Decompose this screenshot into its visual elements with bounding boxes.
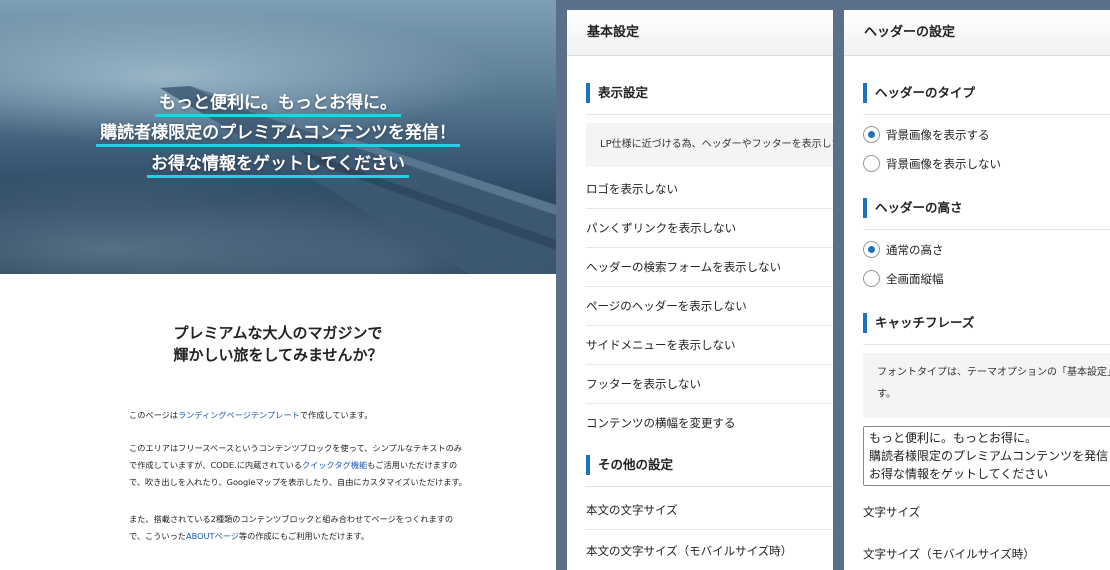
lp-template-link[interactable]: ランディングページテンプレート [178, 410, 300, 420]
option-hide-breadcrumb[interactable]: パンくずリンクを表示しない [586, 209, 833, 248]
quicktag-link[interactable]: クイックタグ機能 [302, 460, 367, 470]
divider [586, 114, 833, 115]
radio-checked-icon[interactable] [863, 241, 880, 258]
divider [586, 486, 833, 487]
section-title-header-type: ヘッダーのタイプ [863, 83, 975, 103]
hero-catchphrase-line-2: 購読者様限定のプレミアムコンテンツを発信！ [0, 122, 556, 147]
catchphrase-text: もっと便利に。もっとお得に。 [155, 92, 401, 117]
section-title-display: 表示設定 [586, 83, 648, 103]
radio-label: 通常の高さ [886, 243, 944, 257]
landing-page-preview: もっと便利に。もっとお得に。 購読者様限定のプレミアムコンテンツを発信！ お得な… [0, 0, 556, 570]
catchphrase-textarea[interactable]: もっと便利に。もっとお得に。 購読者様限定のプレミアムコンテンツを発信 お得な情… [863, 426, 1110, 486]
radio-label: 背景画像を表示しない [886, 157, 1001, 171]
section-title-header-height: ヘッダーの高さ [863, 198, 963, 218]
catchphrase-font-size-mobile-label: 文字サイズ（モバイルサイズ時） [863, 547, 1035, 561]
option-hide-footer[interactable]: フッターを表示しない [586, 365, 833, 404]
option-hide-header-search[interactable]: ヘッダーの検索フォームを表示しない [586, 248, 833, 287]
paragraph-text: 等の作成にもご利用いただけます。 [238, 531, 370, 541]
option-hide-side-menu[interactable]: サイドメニューを表示しない [586, 326, 833, 365]
radio-label: 全画面縦幅 [886, 272, 944, 286]
radio-checked-icon[interactable] [863, 126, 880, 143]
catchphrase-text: 購読者様限定のプレミアムコンテンツを発信！ [96, 122, 460, 147]
paragraph-text: で作成しています。 [299, 410, 373, 420]
option-change-content-width[interactable]: コンテンツの横幅を変更する [586, 404, 833, 443]
hero-catchphrase-line-1: もっと便利に。もっとお得に。 [0, 92, 556, 117]
description-line: す。 [877, 389, 896, 400]
divider [863, 114, 1110, 115]
hero-header-image: もっと便利に。もっとお得に。 購読者様限定のプレミアムコンテンツを発信！ お得な… [0, 0, 556, 274]
section-title-catchphrase: キャッチフレーズ [863, 313, 974, 333]
radio-unchecked-icon[interactable] [863, 270, 880, 287]
hero-catchphrase-line-3: お得な情報をゲットしてください [0, 153, 556, 178]
catchphrase-text: お得な情報をゲットしてください [147, 153, 409, 178]
paragraph-text: このページは [129, 410, 178, 420]
body-paragraph-2: このエリアはフリースペースというコンテンツブロックを使って、シンプルなテキストの… [129, 440, 469, 491]
radio-label: 背景画像を表示する [886, 128, 990, 142]
basic-settings-panel: 基本設定 表示設定 LP仕様に近づける為、ヘッダーやフッターを表示しない ロゴを… [567, 10, 833, 570]
description-line: フォントタイプは、テーマオプションの「基本設定」 [877, 367, 1110, 378]
option-body-font-size[interactable]: 本文の文字サイズ [586, 491, 833, 530]
divider [863, 229, 1110, 230]
lead-line-1: プレミアムな大人のマガジンで [173, 324, 383, 342]
display-description: LP仕様に近づける為、ヘッダーやフッターを表示しない [586, 123, 833, 167]
header-settings-panel: ヘッダーの設定 ヘッダーのタイプ 背景画像を表示する 背景画像を表示しない ヘッ… [844, 10, 1110, 570]
lead-line-2: 輝かしい旅をしてみませんか？ [173, 346, 383, 364]
panel-title: ヘッダーの設定 [844, 10, 1110, 56]
option-hide-page-header[interactable]: ページのヘッダーを表示しない [586, 287, 833, 326]
section-title-other: その他の設定 [586, 455, 673, 475]
body-paragraph-1: このページはランディングページテンプレートで作成しています。 [129, 407, 469, 424]
catchphrase-description: フォントタイプは、テーマオプションの「基本設定」 す。 [863, 353, 1110, 418]
panel-title: 基本設定 [567, 10, 833, 56]
option-hide-logo[interactable]: ロゴを表示しない [586, 170, 833, 209]
catchphrase-font-size-label: 文字サイズ [863, 505, 921, 519]
about-page-link[interactable]: ABOUTページ [186, 531, 239, 541]
option-body-font-size-mobile[interactable]: 本文の文字サイズ（モバイルサイズ時） [586, 532, 833, 570]
lead-heading: プレミアムな大人のマガジンで 輝かしい旅をしてみませんか？ [0, 322, 556, 366]
radio-unchecked-icon[interactable] [863, 155, 880, 172]
divider [863, 344, 1110, 345]
body-paragraph-3: また、搭載されている2種類のコンテンツブロックと組み合わせてページをつくれますの… [129, 511, 469, 545]
